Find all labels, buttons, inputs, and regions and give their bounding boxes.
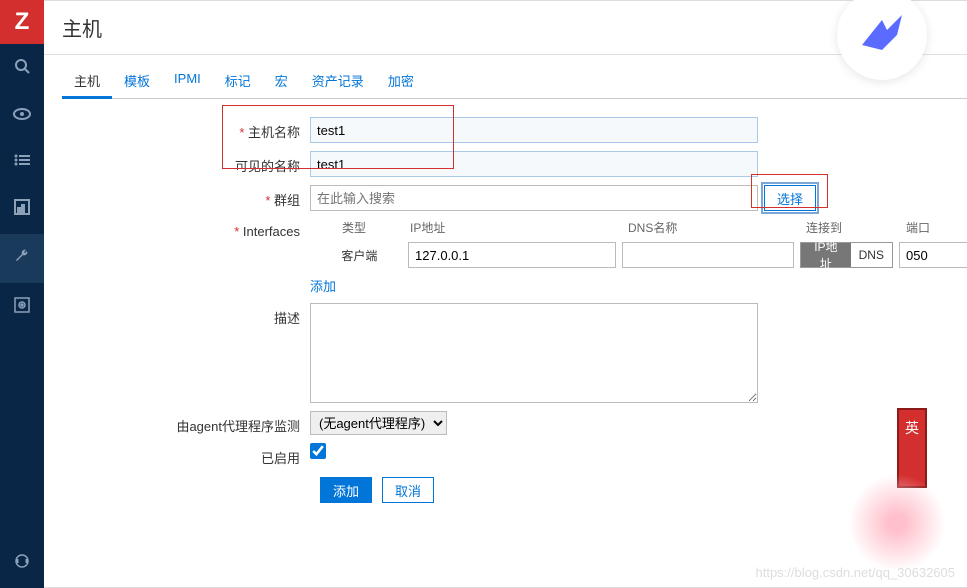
support-icon[interactable] xyxy=(0,539,44,588)
list-icon[interactable] xyxy=(0,139,44,185)
proxy-select[interactable]: (无agent代理程序) xyxy=(310,411,447,435)
eye-icon[interactable] xyxy=(0,93,44,139)
col-port: 端口 xyxy=(906,219,967,236)
tab-inventory[interactable]: 资产记录 xyxy=(300,65,376,98)
tab-templates[interactable]: 模板 xyxy=(112,65,162,98)
hostname-label: * 主机名称 xyxy=(62,117,310,141)
iface-port-input[interactable] xyxy=(899,242,967,268)
enabled-checkbox[interactable] xyxy=(310,443,326,459)
visiblename-label: 可见的名称 xyxy=(62,151,310,175)
proxy-label: 由agent代理程序监测 xyxy=(62,411,310,435)
sidebar: Z xyxy=(0,0,44,588)
watermark: https://blog.csdn.net/qq_30632605 xyxy=(756,565,956,580)
toggle-ip[interactable]: IP地址 xyxy=(801,243,851,267)
submit-button[interactable]: 添加 xyxy=(320,477,372,503)
toggle-dns[interactable]: DNS xyxy=(851,243,892,267)
tab-encryption[interactable]: 加密 xyxy=(376,65,426,98)
logo[interactable]: Z xyxy=(0,0,44,44)
interface-row: 客户端 IP地址 DNS 移 xyxy=(310,242,967,268)
gear-icon[interactable] xyxy=(0,283,44,332)
tab-host[interactable]: 主机 xyxy=(62,65,112,99)
enabled-label: 已启用 xyxy=(62,443,310,467)
tab-ipmi[interactable]: IPMI xyxy=(162,65,213,98)
col-conn: 连接到 xyxy=(806,219,906,236)
groups-label: * 群组 xyxy=(62,185,310,209)
add-interface-link[interactable]: 添加 xyxy=(310,276,336,295)
select-groups-button[interactable]: 选择 xyxy=(764,185,816,211)
page-title: 主机 xyxy=(62,13,967,42)
interface-headers: 类型 IP地址 DNS名称 连接到 端口 默认 xyxy=(310,219,967,236)
connect-to-toggle: IP地址 DNS xyxy=(800,242,893,268)
description-label: 描述 xyxy=(62,303,310,327)
iface-dns-input[interactable] xyxy=(622,242,794,268)
col-type: 类型 xyxy=(342,219,410,236)
host-form: * 主机名称 可见的名称 * 群组 选择 xyxy=(62,117,967,503)
iface-ip-input[interactable] xyxy=(408,242,616,268)
page-header: 主机 xyxy=(44,1,967,55)
main-content: 主机 主机 模板 IPMI 标记 宏 资产记录 加密 * 主机名称 xyxy=(44,0,967,588)
iface-type: 客户端 xyxy=(341,247,408,264)
cancel-button[interactable]: 取消 xyxy=(382,477,434,503)
tab-macros[interactable]: 宏 xyxy=(263,65,300,98)
description-textarea[interactable] xyxy=(310,303,758,403)
col-ip: IP地址 xyxy=(410,219,628,236)
search-icon[interactable] xyxy=(0,44,44,93)
chart-icon[interactable] xyxy=(0,185,44,234)
interfaces-label: * Interfaces xyxy=(62,219,310,239)
tabs: 主机 模板 IPMI 标记 宏 资产记录 加密 xyxy=(62,65,967,99)
col-dns: DNS名称 xyxy=(628,219,806,236)
hostname-input[interactable] xyxy=(310,117,758,143)
groups-input[interactable] xyxy=(310,185,758,211)
visiblename-input[interactable] xyxy=(310,151,758,177)
tab-tags[interactable]: 标记 xyxy=(213,65,263,98)
wrench-icon[interactable] xyxy=(0,234,44,283)
